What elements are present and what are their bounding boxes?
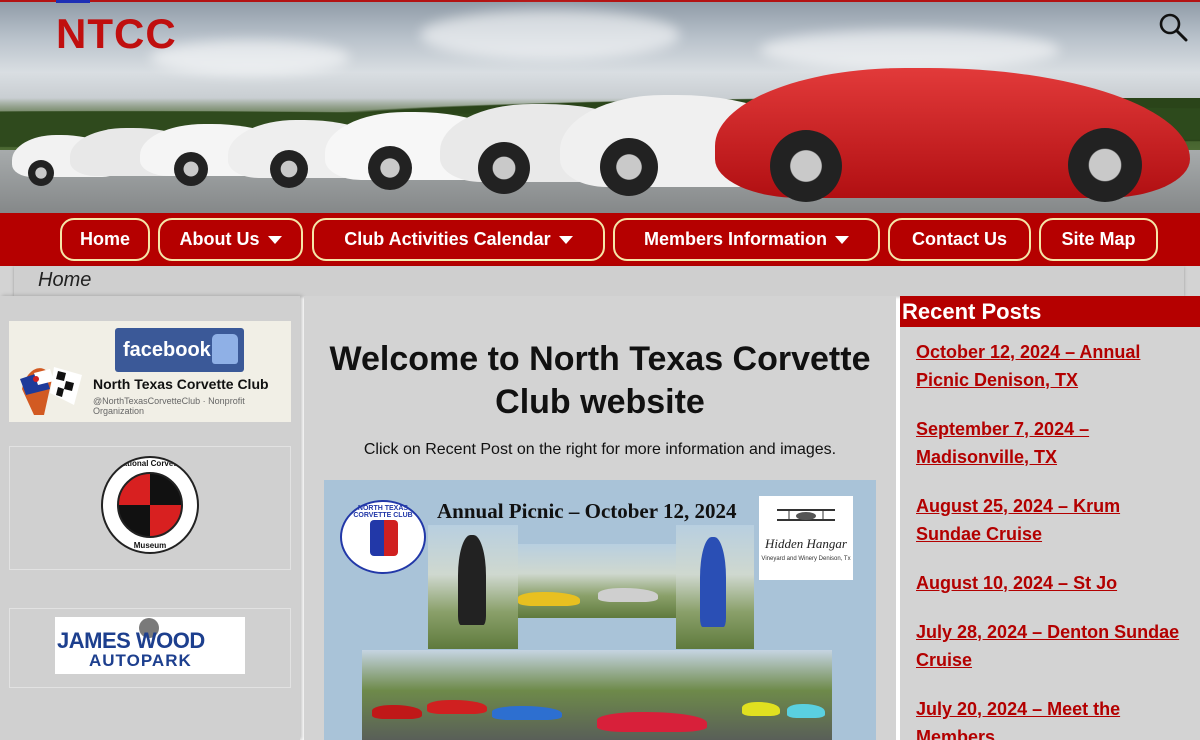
cloud (760, 30, 1060, 70)
ntcc-flag-icon (20, 367, 82, 415)
golfer-photo (428, 525, 518, 649)
james-wood-autopark-logo[interactable]: JAMES WOOD AUTOPARK (55, 617, 245, 674)
header-top-line (0, 0, 1200, 2)
nav-about-us[interactable]: About Us (158, 218, 303, 261)
hidden-hangar-logo: Hidden Hangar Vineyard and Winery Deniso… (759, 496, 853, 580)
facebook-widget[interactable]: facebook North Texas Corvette Club @Nort… (9, 321, 291, 422)
nav-label: Members Information (643, 229, 828, 249)
dealer-line2: AUTOPARK (89, 651, 192, 670)
facebook-logo-text: facebook (123, 338, 211, 361)
page-subtitle: Click on Recent Post on the right for mo… (363, 441, 837, 458)
wheel (368, 146, 412, 190)
chevron-down-icon (267, 235, 282, 244)
site-logo[interactable]: NTCC (56, 10, 177, 58)
breadcrumb: Home (38, 269, 92, 291)
museum-top-text: National Corvette (116, 459, 184, 468)
nav-label: Club Activities Calendar (344, 229, 551, 249)
main-nav: Home About Us Club Activities Calendar M… (0, 213, 1200, 266)
recent-post-link[interactable]: September 7, 2024 – Madisonville, TX (916, 415, 1186, 471)
recent-post-link[interactable]: October 12, 2024 – Annual Picnic Denison… (916, 338, 1186, 394)
nav-home[interactable]: Home (60, 218, 150, 261)
poster-title: Annual Picnic – October 12, 2024 (437, 499, 737, 523)
header-banner: NTCC (0, 0, 1200, 213)
national-corvette-museum-logo[interactable]: National Corvette Museum (101, 456, 199, 554)
search-icon[interactable] (1158, 12, 1188, 42)
recent-post-link[interactable]: August 25, 2024 – Krum Sundae Cruise (916, 492, 1186, 548)
cloud (150, 40, 350, 75)
nav-club-activities-calendar[interactable]: Club Activities Calendar (312, 218, 605, 261)
recent-post-link[interactable]: August 10, 2024 – St Jo (916, 569, 1186, 597)
venue-subtitle: Vineyard and Winery Denison, Tx (761, 556, 851, 562)
ntcc-badge-icon: NORTH TEXAS CORVETTE CLUB (340, 500, 426, 574)
wheel (770, 130, 842, 202)
chevron-down-icon (558, 235, 573, 244)
nav-label: Site Map (1061, 229, 1136, 249)
thumbs-up-icon (212, 334, 238, 364)
museum-bottom-text: Museum (133, 541, 167, 550)
recent-post-link[interactable]: July 20, 2024 – Meet the Members (916, 695, 1186, 740)
nav-members-information[interactable]: Members Information (613, 218, 880, 261)
recent-posts-heading: Recent Posts (900, 296, 1200, 327)
museum-emblem (117, 472, 183, 538)
breadcrumb-bar (0, 266, 1200, 296)
nav-label: Home (79, 229, 130, 249)
cloud (420, 10, 680, 60)
biplane-icon (777, 509, 835, 521)
wheel (270, 150, 308, 188)
facebook-page-subtitle: @NorthTexasCorvetteClub · Nonprofit Orga… (93, 396, 245, 416)
wheel (478, 142, 530, 194)
cars-lot-photo (518, 544, 676, 618)
facebook-logo: facebook (115, 328, 244, 372)
facebook-page-name: North Texas Corvette Club (93, 376, 269, 392)
nav-label: About Us (179, 229, 260, 249)
car-show-photo (362, 650, 832, 740)
picnic-poster-image[interactable]: NORTH TEXAS CORVETTE CLUB Annual Picnic … (324, 480, 876, 740)
venue-name: Hidden Hangar (765, 536, 847, 551)
nav-site-map[interactable]: Site Map (1039, 218, 1158, 261)
golfer-photo (676, 525, 754, 649)
recent-post-link[interactable]: July 28, 2024 – Denton Sundae Cruise (916, 618, 1186, 674)
wheel (174, 152, 208, 186)
wheel (600, 138, 658, 196)
nav-contact-us[interactable]: Contact Us (888, 218, 1031, 261)
nav-label: Contact Us (911, 229, 1007, 249)
wheel (1068, 128, 1142, 202)
badge-text: NORTH TEXAS CORVETTE CLUB (353, 505, 413, 519)
wheel (28, 160, 54, 186)
chevron-down-icon (835, 235, 850, 244)
logo-accent (56, 0, 90, 3)
page-title: Welcome to North Texas Corvette Club web… (329, 340, 871, 421)
